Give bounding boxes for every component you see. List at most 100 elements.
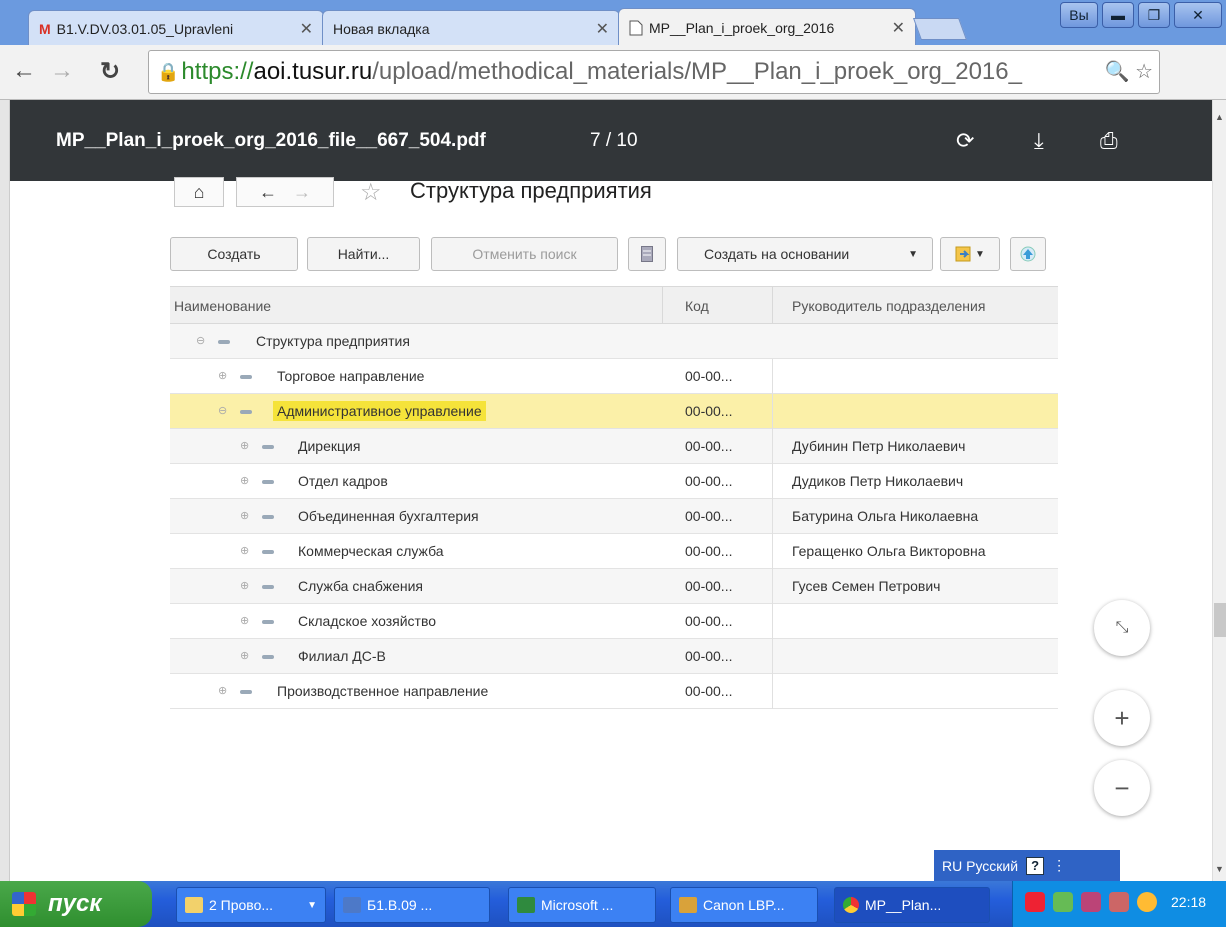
reload-icon[interactable]: ↻ bbox=[100, 57, 120, 86]
help-icon[interactable]: ? bbox=[1026, 856, 1045, 875]
back-arrow-icon[interactable]: ← bbox=[259, 182, 277, 203]
scroll-up-icon[interactable]: ▲ bbox=[1215, 112, 1224, 122]
profile-button[interactable]: Вы bbox=[1060, 2, 1098, 28]
report-menu-button[interactable]: ▼ bbox=[940, 237, 1000, 271]
table-header: Наименование Код Руководитель подразделе… bbox=[170, 286, 1058, 325]
taskbar-item-word[interactable]: Б1.В.09 ... bbox=[334, 887, 490, 923]
language-label[interactable]: RU Русский bbox=[942, 858, 1018, 874]
new-tab-button[interactable] bbox=[912, 18, 968, 40]
current-page[interactable]: 7 bbox=[590, 130, 601, 151]
column-name-header[interactable]: Наименование bbox=[174, 298, 271, 314]
dropdown-arrow-icon: ▼ bbox=[307, 899, 317, 911]
system-tray: 22:18 bbox=[1012, 881, 1226, 927]
expand-icon[interactable]: ⊕ bbox=[218, 369, 227, 382]
list-icon[interactable] bbox=[628, 237, 666, 271]
browser-toolbar: ← → ↻ 🔒 https:// aoi.tusur.ru /upload/me… bbox=[0, 45, 1226, 133]
download-icon[interactable]: ⤓ bbox=[1034, 128, 1044, 154]
update-icon[interactable] bbox=[1137, 892, 1157, 912]
folder-icon bbox=[185, 897, 203, 913]
collapse-icon[interactable]: ⊖ bbox=[218, 404, 227, 417]
close-window-icon[interactable]: ✕ bbox=[1174, 2, 1222, 28]
folder-marker-icon bbox=[262, 620, 274, 624]
row-code: 00-00... bbox=[685, 508, 733, 524]
antivirus-icon[interactable] bbox=[1025, 892, 1045, 912]
row-name: Отдел кадров bbox=[298, 473, 388, 489]
favorite-star-icon[interactable]: ☆ bbox=[360, 178, 382, 207]
gmail-icon: M bbox=[39, 20, 51, 37]
row-name: Коммерческая служба bbox=[298, 543, 444, 559]
expand-icon[interactable]: ⊕ bbox=[240, 649, 249, 662]
network-icon[interactable] bbox=[1053, 892, 1073, 912]
zoom-out-icon[interactable]: − bbox=[1094, 760, 1150, 816]
language-bar[interactable]: RU Русский ? ⋮ bbox=[934, 850, 1120, 881]
printer-icon bbox=[679, 897, 697, 913]
page-icon bbox=[629, 20, 643, 35]
chrome-icon bbox=[843, 897, 859, 913]
safely-remove-icon[interactable] bbox=[1081, 892, 1101, 912]
row-name: Филиал ДС-В bbox=[298, 648, 386, 664]
column-code-header[interactable]: Код bbox=[685, 298, 709, 314]
scroll-thumb[interactable] bbox=[1214, 603, 1226, 637]
table-row[interactable]: ⊕ Дирекция 00-00... Дубинин Петр Николае… bbox=[170, 429, 1058, 464]
forward-arrow-icon[interactable]: → bbox=[293, 182, 311, 203]
table-row[interactable]: ⊕ Складское хозяйство 00-00... bbox=[170, 604, 1058, 639]
table-row[interactable]: ⊕ Филиал ДС-В 00-00... bbox=[170, 639, 1058, 674]
folder-marker-icon bbox=[240, 690, 252, 694]
fit-to-page-icon[interactable]: ⤡ bbox=[1094, 600, 1150, 656]
vertical-scrollbar[interactable]: ▲ ▼ bbox=[1212, 100, 1226, 881]
create-button[interactable]: Создать bbox=[170, 237, 298, 271]
settings-tray-icon[interactable] bbox=[1109, 892, 1129, 912]
address-bar[interactable]: 🔒 https:// aoi.tusur.ru /upload/methodic… bbox=[148, 50, 1160, 94]
report-icon bbox=[955, 246, 971, 262]
collapse-icon[interactable]: ⊖ bbox=[196, 334, 205, 347]
create-based-on-button[interactable]: Создать на основании ▼ bbox=[677, 237, 933, 271]
home-icon[interactable]: ⌂ bbox=[174, 177, 224, 207]
table-row[interactable]: ⊕ Служба снабжения 00-00... Гусев Семен … bbox=[170, 569, 1058, 604]
zoom-search-icon[interactable]: 🔍 bbox=[1105, 61, 1130, 83]
forward-icon[interactable]: → bbox=[50, 57, 74, 85]
tab-pdf[interactable]: MP__Plan_i_proek_org_2016 ✕ bbox=[618, 8, 916, 46]
cancel-search-button[interactable]: Отменить поиск bbox=[431, 237, 618, 271]
table-row-selected[interactable]: ⊖ Административное управление 00-00... bbox=[170, 394, 1058, 429]
find-button[interactable]: Найти... bbox=[307, 237, 420, 271]
row-name: Производственное направление bbox=[277, 683, 489, 699]
rotate-icon[interactable]: ⟳ bbox=[956, 128, 974, 154]
print-icon[interactable]: ⎙ bbox=[1100, 128, 1118, 154]
bookmark-star-icon[interactable]: ☆ bbox=[1135, 61, 1153, 83]
taskbar-item-excel[interactable]: Microsoft ... bbox=[508, 887, 656, 923]
table-row[interactable]: ⊕ Коммерческая служба 00-00... Геращенко… bbox=[170, 534, 1058, 569]
language-options-icon[interactable]: ⋮ bbox=[1052, 857, 1066, 874]
table-row[interactable]: ⊕ Отдел кадров 00-00... Дудиков Петр Ник… bbox=[170, 464, 1058, 499]
expand-icon[interactable]: ⊕ bbox=[240, 579, 249, 592]
tab-gmail[interactable]: M B1.V.DV.03.01.05_Upravleni ✕ bbox=[28, 10, 324, 46]
taskbar-item-printer[interactable]: Canon LBP... bbox=[670, 887, 818, 923]
table-row[interactable]: ⊕ Торговое направление 00-00... bbox=[170, 359, 1058, 394]
start-button[interactable]: пуск bbox=[0, 881, 152, 927]
tab-new[interactable]: Новая вкладка ✕ bbox=[322, 10, 620, 46]
url-scheme: https:// bbox=[181, 58, 254, 85]
expand-icon[interactable]: ⊕ bbox=[218, 684, 227, 697]
row-head: Дубинин Петр Николаевич bbox=[792, 438, 966, 454]
expand-icon[interactable]: ⊕ bbox=[240, 439, 249, 452]
table-row[interactable]: ⊕ Производственное направление 00-00... bbox=[170, 674, 1058, 709]
taskbar-item-chrome[interactable]: MP__Plan... bbox=[834, 887, 990, 923]
expand-icon[interactable]: ⊕ bbox=[240, 544, 249, 557]
folder-marker-icon bbox=[262, 515, 274, 519]
table-row[interactable]: ⊕ Объединенная бухгалтерия 00-00... Бату… bbox=[170, 499, 1058, 534]
level-up-button[interactable] bbox=[1010, 237, 1046, 271]
expand-icon[interactable]: ⊕ bbox=[240, 614, 249, 627]
close-icon[interactable]: ✕ bbox=[596, 19, 609, 39]
row-code: 00-00... bbox=[685, 543, 733, 559]
expand-icon[interactable]: ⊕ bbox=[240, 474, 249, 487]
back-icon[interactable]: ← bbox=[12, 57, 36, 85]
minimize-icon[interactable]: ▬ bbox=[1102, 2, 1134, 28]
taskbar-item-folders[interactable]: 2 Прово... ▼ bbox=[176, 887, 326, 923]
table-row[interactable]: ⊖ Структура предприятия bbox=[170, 324, 1058, 359]
scroll-down-icon[interactable]: ▼ bbox=[1215, 864, 1224, 874]
close-icon[interactable]: ✕ bbox=[892, 18, 905, 38]
zoom-in-icon[interactable]: + bbox=[1094, 690, 1150, 746]
expand-icon[interactable]: ⊕ bbox=[240, 509, 249, 522]
column-head-header[interactable]: Руководитель подразделения bbox=[792, 298, 985, 314]
restore-icon[interactable]: ❐ bbox=[1138, 2, 1170, 28]
close-icon[interactable]: ✕ bbox=[300, 19, 313, 39]
